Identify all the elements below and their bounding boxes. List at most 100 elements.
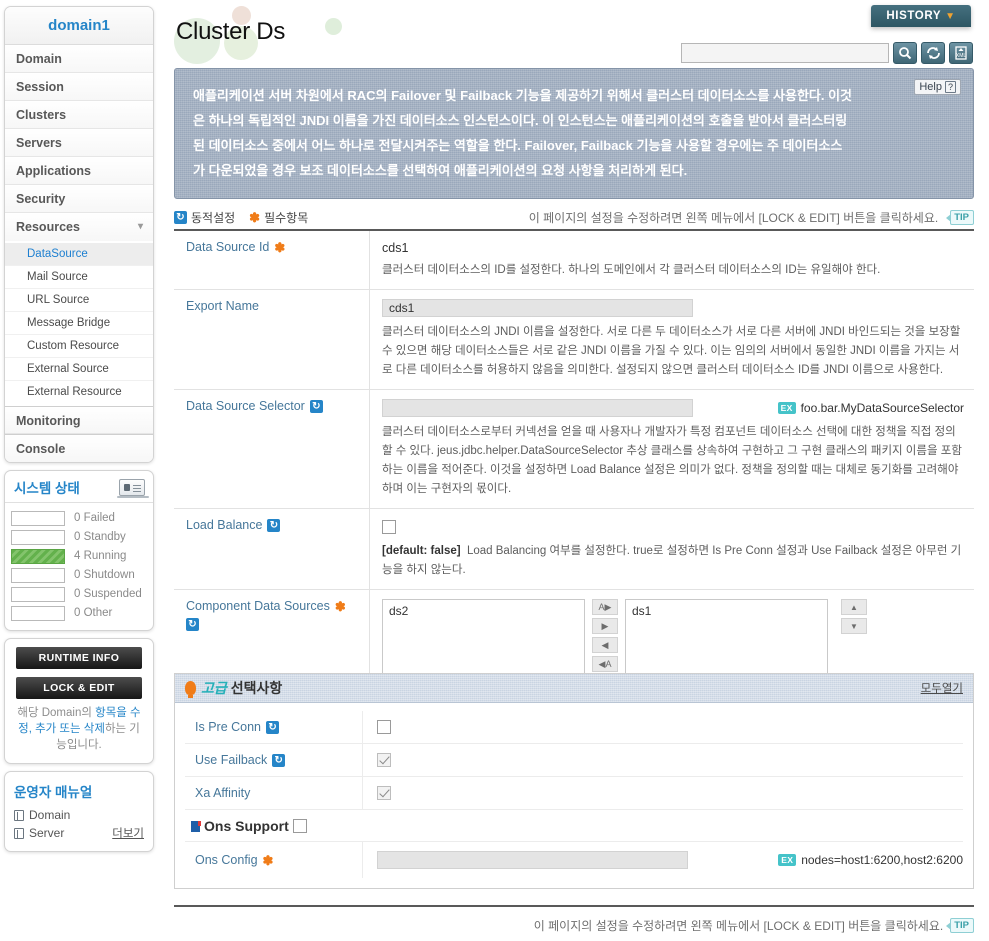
- sidebar-subitem-custom-resource[interactable]: Custom Resource: [5, 335, 153, 358]
- checkbox[interactable]: [382, 519, 396, 534]
- ons-config-input[interactable]: [377, 851, 688, 869]
- move-down-button[interactable]: ▼: [841, 618, 867, 634]
- required-asterisk-icon: ✽: [334, 598, 346, 614]
- refresh-button[interactable]: [921, 42, 945, 64]
- monitor-icon[interactable]: [117, 478, 149, 498]
- sidebar-item-monitoring[interactable]: Monitoring: [5, 406, 153, 434]
- lock-and-edit-button[interactable]: LOCK & EDIT: [16, 677, 142, 699]
- settings-row-value-cell: cds1 클러스터 데이터소스의 ID를 설정한다. 하나의 도메인에서 각 클러…: [370, 231, 974, 289]
- system-status-header: 시스템 상태: [5, 471, 153, 503]
- legend-required: ✽ 필수항목: [249, 209, 308, 226]
- settings-row-label: Export Name: [186, 299, 259, 313]
- lock-edit-note: 해당 Domain의 항목을 수정, 추가 또는 삭제하는 기능입니다.: [5, 699, 153, 763]
- field-description: 클러스터 데이터소스로부터 커넥션을 얻을 때 사용자나 개발자가 특정 컴포넌…: [382, 426, 962, 495]
- sidebar-item-applications[interactable]: Applications: [5, 157, 153, 185]
- required-asterisk-icon: ✽: [262, 852, 274, 868]
- history-button[interactable]: HISTORY ▼: [871, 5, 971, 27]
- sidebar-item-resources[interactable]: Resources ▾: [5, 213, 153, 241]
- text-input[interactable]: [382, 399, 693, 417]
- sidebar-item-security[interactable]: Security: [5, 185, 153, 213]
- system-status-title: 시스템 상태: [14, 481, 80, 496]
- sidebar: domain1 Domain Session Clusters Servers Appl…: [4, 6, 154, 859]
- advanced-row-label-cell: Is Pre Conn ↻: [185, 711, 363, 743]
- status-label: 0 Other: [74, 607, 113, 619]
- manual-card: 운영자 매뉴얼 Domain Server 더보기: [4, 771, 154, 852]
- help-label: Help: [919, 81, 942, 93]
- field-description: 클러스터 데이터소스의 ID를 설정한다. 하나의 도메인에서 각 클러스터 데…: [382, 264, 881, 276]
- add-button[interactable]: ▶: [592, 618, 618, 634]
- example-badge: EX: [777, 402, 796, 414]
- decoration-circle: [325, 18, 342, 35]
- sidebar-nav-list: Domain Session Clusters Servers Applications…: [5, 45, 153, 241]
- question-mark-icon: ?: [944, 81, 956, 93]
- checkbox[interactable]: [377, 720, 391, 734]
- open-all-link[interactable]: 모두열기: [921, 680, 963, 696]
- move-up-button[interactable]: ▲: [841, 599, 867, 615]
- settings-row-label-cell: Load Balance ↻: [174, 509, 370, 589]
- sidebar-item-domain[interactable]: Domain: [5, 45, 153, 73]
- status-bar: [11, 586, 65, 602]
- selected-list[interactable]: ds1: [625, 599, 828, 676]
- history-label: HISTORY: [886, 10, 942, 22]
- system-status-rows: 0 Failed 0 Standby 4 Running 0 Shutdown 0 Su…: [5, 503, 153, 630]
- sidebar-subitem-message-bridge[interactable]: Message Bridge: [5, 312, 153, 335]
- available-list[interactable]: ds2: [382, 599, 585, 676]
- remove-all-button[interactable]: ◀A: [592, 656, 618, 672]
- sidebar-subitem-url-source[interactable]: URL Source: [5, 289, 153, 312]
- sidebar-item-label: Servers: [16, 136, 62, 150]
- sidebar-subitem-external-resource[interactable]: External Resource: [5, 381, 153, 404]
- tip-badge[interactable]: TIP: [946, 210, 974, 225]
- sidebar-item-label: Applications: [16, 164, 92, 178]
- sidebar-item-console[interactable]: Console: [5, 434, 153, 462]
- dynamic-setting-icon: ↻: [267, 518, 281, 532]
- dynamic-setting-icon: ↻: [266, 720, 280, 734]
- list-item[interactable]: ds1: [632, 604, 821, 618]
- xml-export-button[interactable]: XML: [949, 42, 973, 64]
- status-label: 0 Standby: [74, 531, 126, 543]
- list-item[interactable]: ds2: [389, 604, 578, 618]
- manual-more-link[interactable]: 더보기: [112, 825, 144, 841]
- sidebar-item-session[interactable]: Session: [5, 73, 153, 101]
- sidebar-item-servers[interactable]: Servers: [5, 129, 153, 157]
- advanced-title-rest: 선택사항: [230, 680, 283, 696]
- sidebar-item-clusters[interactable]: Clusters: [5, 101, 153, 129]
- dynamic-setting-icon: ↻: [309, 399, 323, 413]
- advanced-row: Use Failback ↻: [185, 744, 963, 777]
- checkbox[interactable]: [292, 819, 307, 833]
- manual-item-server[interactable]: Server: [29, 826, 64, 840]
- legend-dynamic-label: 동적설정: [191, 211, 236, 225]
- advanced-row-value-cell: [363, 753, 963, 767]
- status-bar: [11, 529, 65, 545]
- ons-config-row: Ons Config ✽ EX nodes=host1:6200,host2:6200: [185, 842, 963, 878]
- search-input[interactable]: [681, 43, 889, 63]
- ons-support-row: Ons Support: [185, 810, 963, 842]
- advanced-row: Xa Affinity: [185, 777, 963, 810]
- sidebar-subitem-mail-source[interactable]: Mail Source: [5, 266, 153, 289]
- advanced-row-value-cell: [363, 786, 963, 800]
- sidebar-item-label: Security: [16, 192, 66, 206]
- footer-hint-text: 이 페이지의 설정을 수정하려면 왼쪽 메뉴에서 [LOCK & EDIT] 버…: [533, 919, 944, 933]
- checkbox[interactable]: [377, 786, 391, 800]
- runtime-info-button[interactable]: RUNTIME INFO: [16, 647, 142, 669]
- search-button[interactable]: [893, 42, 917, 64]
- field-description: 클러스터 데이터소스의 JNDI 이름을 설정한다. 서로 다른 두 데이터소스…: [382, 326, 961, 376]
- sidebar-subitem-datasource[interactable]: DataSource: [5, 243, 153, 266]
- example-badge: EX: [778, 854, 797, 866]
- status-label: 4 Running: [74, 550, 127, 562]
- system-status-card: 시스템 상태 0 Failed 0 Standby 4 Running 0 Shutd…: [4, 470, 154, 631]
- checkbox[interactable]: [377, 753, 391, 767]
- help-button[interactable]: Help ?: [914, 79, 961, 95]
- status-label: 0 Failed: [74, 512, 115, 524]
- section-marker-icon: [191, 820, 201, 832]
- sidebar-subitem-external-source[interactable]: External Source: [5, 358, 153, 381]
- add-all-button[interactable]: A▶: [592, 599, 618, 615]
- settings-row-label: Data Source Selector: [186, 399, 305, 413]
- settings-table: Data Source Id ✽ cds1 클러스터 데이터소스의 ID를 설정한다.…: [174, 229, 974, 712]
- manual-item-domain[interactable]: Domain: [29, 808, 70, 822]
- remove-button[interactable]: ◀: [592, 637, 618, 653]
- text-input[interactable]: [382, 299, 693, 317]
- bulb-icon: [185, 681, 196, 698]
- book-icon: [14, 827, 24, 839]
- tip-badge[interactable]: TIP: [946, 918, 974, 933]
- status-label: 0 Suspended: [74, 588, 142, 600]
